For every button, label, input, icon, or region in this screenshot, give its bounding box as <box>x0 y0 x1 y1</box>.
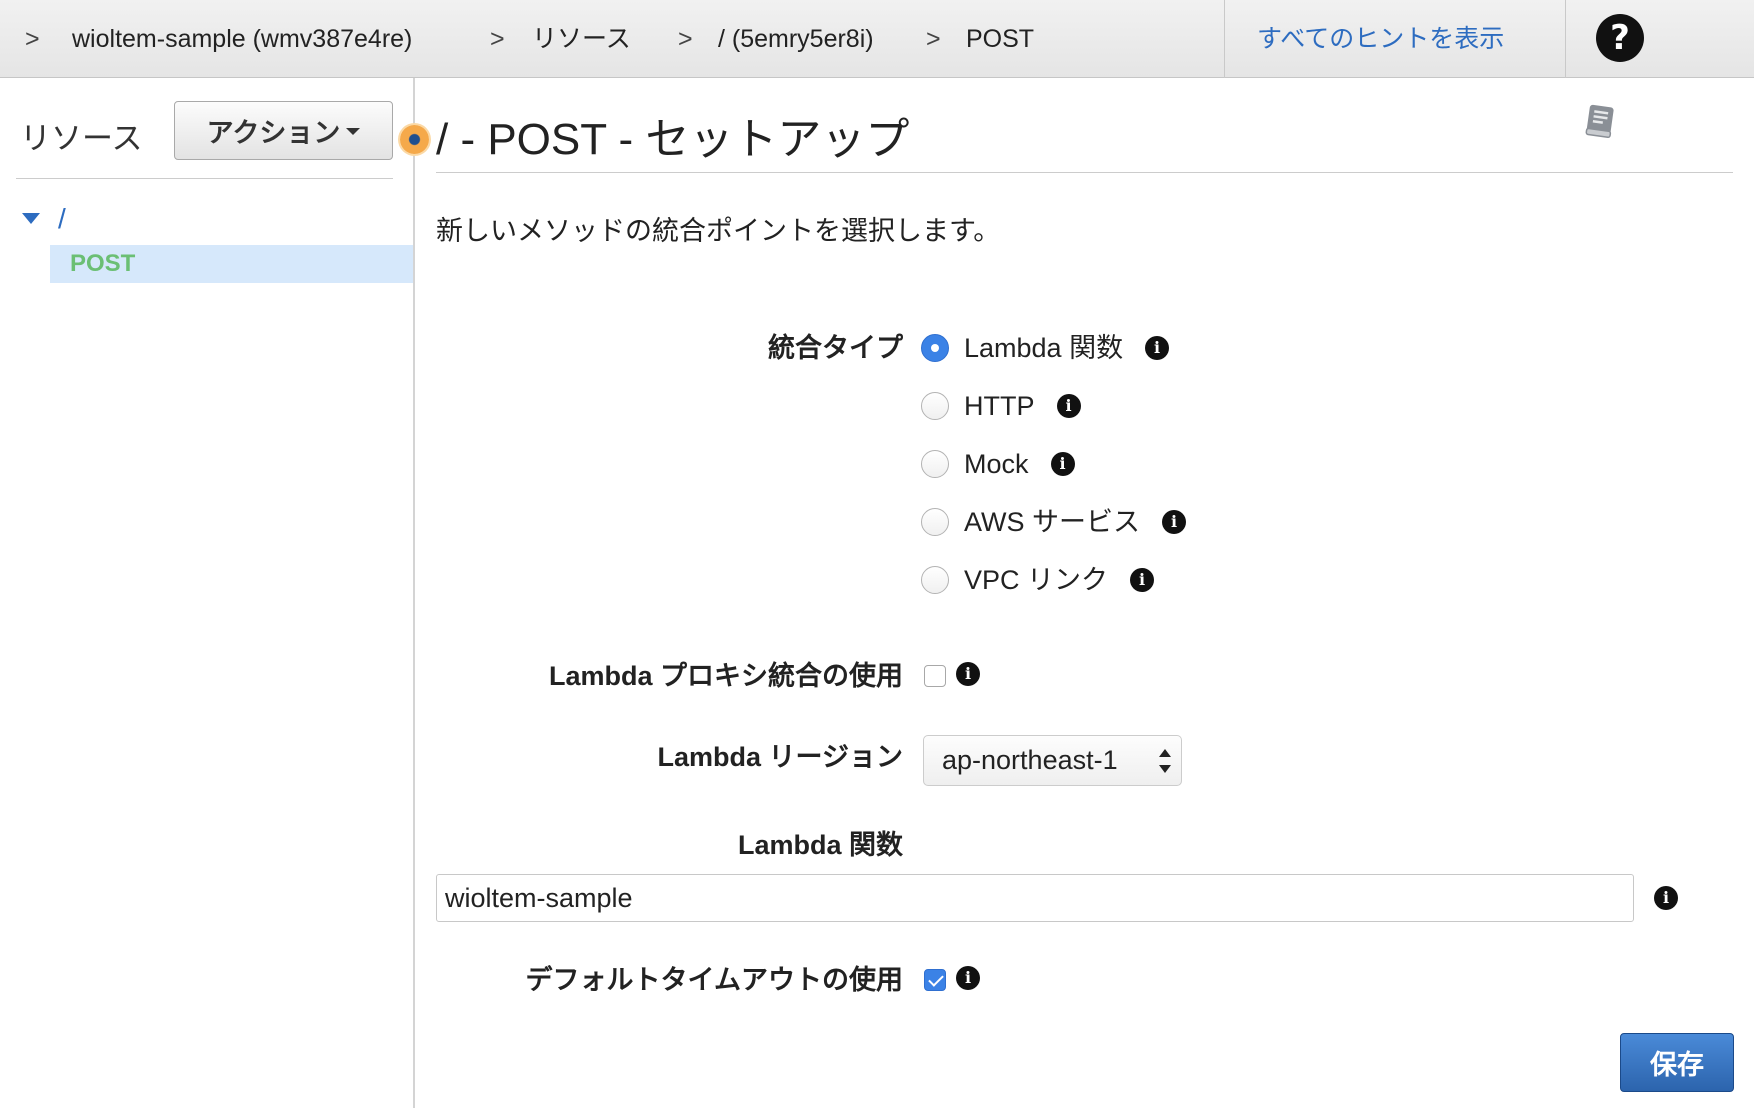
api-gateway-method-setup-page: > wioltem-sample (wmv387e4re) > リソース > /… <box>0 0 1754 1108</box>
lambda-proxy-row <box>924 658 980 694</box>
radio-http[interactable] <box>921 392 949 420</box>
integration-option-lambda[interactable]: Lambda 関数 <box>921 330 1170 366</box>
integration-type-label: 統合タイプ <box>768 333 903 363</box>
show-all-hints-link[interactable]: すべてのヒントを表示 <box>1257 0 1504 78</box>
info-icon[interactable] <box>1145 336 1170 360</box>
integration-option-aws-service[interactable]: AWS サービス <box>921 504 1187 540</box>
info-icon[interactable] <box>1130 568 1155 592</box>
topbar-divider <box>1224 0 1225 78</box>
save-button[interactable]: 保存 <box>1620 1033 1734 1092</box>
breadcrumb-separator: > <box>926 25 941 53</box>
default-timeout-row <box>924 962 980 998</box>
info-icon[interactable] <box>1050 452 1075 476</box>
lambda-region-select[interactable]: ap-northeast-1 <box>923 735 1182 786</box>
integration-option-mock[interactable]: Mock <box>921 446 1075 482</box>
topbar-divider <box>1565 0 1566 78</box>
info-icon[interactable] <box>1654 886 1678 910</box>
radio-label[interactable]: VPC リンク <box>964 562 1108 598</box>
lambda-region-label: Lambda リージョン <box>657 742 903 772</box>
breadcrumb-separator: > <box>678 25 693 53</box>
lambda-function-input[interactable] <box>436 874 1634 922</box>
info-icon[interactable] <box>956 662 980 686</box>
top-bar: > wioltem-sample (wmv387e4re) > リソース > /… <box>0 0 1754 78</box>
tree-item-post[interactable]: POST <box>50 245 414 283</box>
breadcrumb-resources[interactable]: リソース <box>532 0 631 78</box>
title-divider <box>436 172 1733 173</box>
radio-aws-service[interactable] <box>921 508 949 536</box>
actions-dropdown-button[interactable]: アクション <box>174 101 393 160</box>
actions-button-label: アクション <box>206 118 341 148</box>
select-arrows-icon <box>1159 749 1171 773</box>
documentation-book-icon[interactable] <box>1580 101 1620 141</box>
radio-lambda[interactable] <box>921 334 949 362</box>
radio-label[interactable]: Lambda 関数 <box>964 330 1123 366</box>
splitter-drag-handle[interactable] <box>400 125 429 154</box>
lambda-proxy-checkbox[interactable] <box>924 665 946 687</box>
breadcrumb-separator: > <box>490 25 505 53</box>
tree-item-root[interactable]: / <box>58 201 66 237</box>
breadcrumb-api[interactable]: wioltem-sample (wmv387e4re) <box>72 0 412 78</box>
radio-label[interactable]: HTTP <box>964 388 1035 424</box>
info-icon[interactable] <box>956 966 980 990</box>
info-icon[interactable] <box>1162 510 1187 534</box>
default-timeout-label: デフォルトタイムアウトの使用 <box>525 965 903 995</box>
breadcrumb-separator: > <box>25 25 40 53</box>
lambda-region-value: ap-northeast-1 <box>942 745 1118 775</box>
lambda-proxy-label: Lambda プロキシ統合の使用 <box>548 661 903 691</box>
integration-option-vpc-link[interactable]: VPC リンク <box>921 562 1155 598</box>
lambda-function-label: Lambda 関数 <box>737 830 903 860</box>
sidebar-title: リソース <box>20 121 143 156</box>
sidebar-divider <box>16 178 393 179</box>
radio-label[interactable]: AWS サービス <box>964 504 1140 540</box>
default-timeout-checkbox[interactable] <box>924 969 946 991</box>
tree-expand-triangle-icon[interactable] <box>22 213 40 224</box>
help-icon[interactable] <box>1596 14 1644 62</box>
radio-label[interactable]: Mock <box>964 446 1029 482</box>
breadcrumb-resource-root[interactable]: / (5emry5er8i) <box>718 0 874 78</box>
chevron-down-icon <box>346 128 361 135</box>
radio-vpc-link[interactable] <box>921 566 949 594</box>
info-icon[interactable] <box>1056 394 1081 418</box>
sidebar-splitter <box>413 78 415 1108</box>
page-description: 新しいメソッドの統合ポイントを選択します。 <box>436 216 1001 246</box>
breadcrumb-method-post: POST <box>966 25 1035 53</box>
radio-mock[interactable] <box>921 450 949 478</box>
integration-option-http[interactable]: HTTP <box>921 388 1081 424</box>
tree-item-label: POST <box>70 250 136 277</box>
page-title: / - POST - セットアップ <box>436 115 910 164</box>
